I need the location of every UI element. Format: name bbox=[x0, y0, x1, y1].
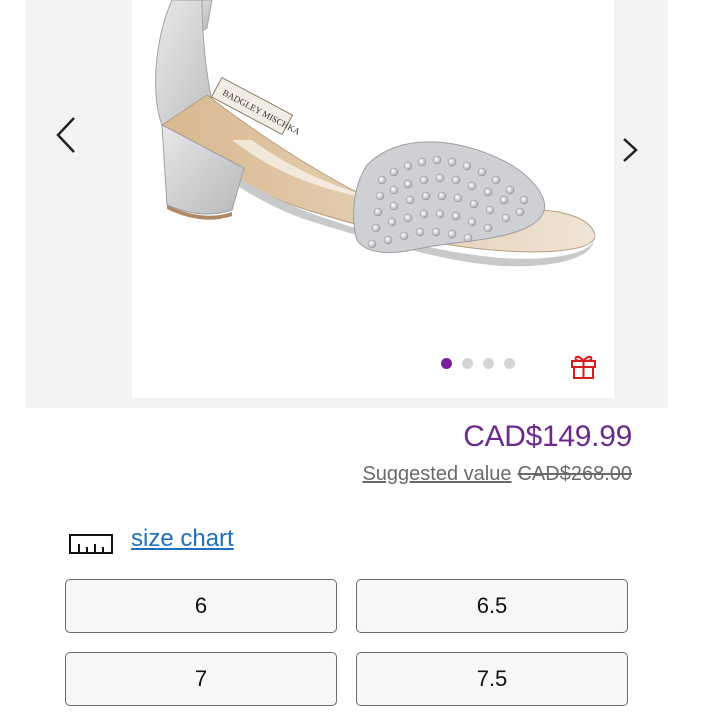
size-button-6-5[interactable]: 6.5 bbox=[356, 579, 628, 633]
product-gallery: BADGLEY MISCHKA bbox=[26, 0, 668, 408]
sandal-image: BADGLEY MISCHKA bbox=[155, 0, 596, 267]
chevron-left-icon bbox=[56, 117, 75, 153]
size-button-7-5[interactable]: 7.5 bbox=[356, 652, 628, 706]
product-price: CAD$149.99 bbox=[463, 420, 632, 453]
ruler-icon bbox=[69, 533, 113, 555]
product-photo[interactable]: BADGLEY MISCHKA bbox=[132, 0, 614, 398]
gift-icon[interactable] bbox=[569, 351, 598, 380]
size-chart-link[interactable]: size chart bbox=[131, 525, 234, 553]
suggested-value: Suggested value CAD$268.00 bbox=[362, 463, 632, 486]
carousel-dot-2[interactable] bbox=[462, 358, 473, 369]
carousel-dot-1[interactable] bbox=[441, 358, 452, 369]
carousel-dot-4[interactable] bbox=[504, 358, 515, 369]
size-button-7[interactable]: 7 bbox=[65, 652, 337, 706]
carousel-dots bbox=[441, 358, 515, 369]
suggested-value-label[interactable]: Suggested value bbox=[362, 463, 511, 485]
prev-image-button[interactable] bbox=[50, 110, 90, 160]
next-image-button[interactable] bbox=[614, 125, 654, 175]
suggested-value-price: CAD$268.00 bbox=[517, 463, 632, 485]
size-button-6[interactable]: 6 bbox=[65, 579, 337, 633]
carousel-dot-3[interactable] bbox=[483, 358, 494, 369]
chevron-right-icon bbox=[623, 138, 638, 162]
